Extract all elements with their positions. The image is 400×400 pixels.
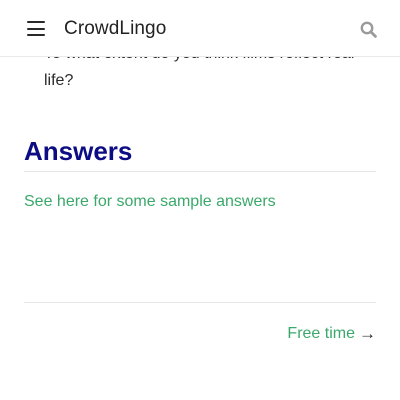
hamburger-menu-icon[interactable] bbox=[27, 21, 45, 36]
next-page-label: Free time bbox=[287, 325, 355, 342]
page: To what extent do you think films reflec… bbox=[0, 0, 400, 400]
arrow-right-icon: → bbox=[359, 324, 376, 343]
heading-divider bbox=[24, 171, 376, 172]
sample-answers-link[interactable]: See here for some sample answers bbox=[24, 191, 276, 213]
search-icon[interactable] bbox=[360, 21, 377, 38]
next-page-link[interactable]: Free time → bbox=[287, 323, 376, 345]
footer-divider bbox=[24, 302, 376, 303]
top-navbar: CrowdLingo bbox=[0, 0, 400, 57]
answers-heading: Answers bbox=[24, 136, 133, 166]
brand-logo[interactable]: CrowdLingo bbox=[64, 17, 166, 41]
